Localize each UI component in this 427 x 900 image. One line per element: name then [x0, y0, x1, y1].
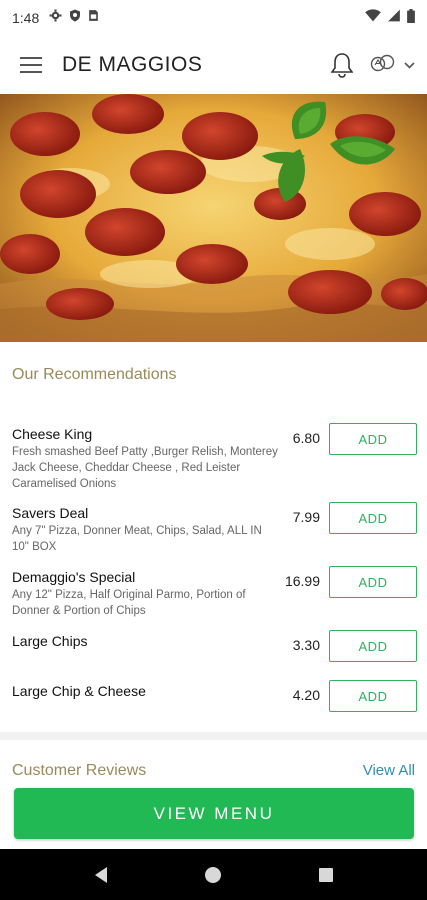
section-divider [0, 732, 427, 740]
item-price: 16.99 [284, 573, 320, 589]
item-price: 4.20 [292, 687, 320, 703]
shield-icon [69, 9, 81, 27]
recommendations-title: Our Recommendations [12, 366, 177, 383]
back-icon[interactable] [94, 866, 107, 883]
view-all-link[interactable]: View All [363, 762, 415, 779]
item-name: Large Chip & Cheese [12, 683, 146, 699]
gear-icon [49, 9, 62, 27]
hero-image [0, 94, 427, 342]
add-button[interactable]: ADD [329, 630, 417, 662]
status-bar: 1:48 [0, 0, 427, 36]
item-description: Any 12" Pizza, Half Original Parmo, Port… [12, 589, 246, 617]
item-price: 6.80 [292, 430, 320, 446]
item-description: Any 7" Pizza, Donner Meat, Chips, Salad,… [12, 525, 262, 553]
add-button[interactable]: ADD [329, 423, 417, 455]
sim-card-icon [88, 9, 99, 27]
system-nav-bar [0, 849, 427, 900]
reviews-title: Customer Reviews [12, 762, 147, 779]
signal-icon [387, 9, 401, 27]
language-icon [370, 53, 396, 78]
wifi-icon [365, 9, 381, 27]
item-name: Savers Deal [12, 505, 89, 521]
item-name: Cheese King [12, 426, 93, 442]
item-name: Demaggio's Special [12, 569, 136, 585]
home-icon[interactable] [204, 866, 221, 883]
view-menu-button[interactable]: VIEW MENU [14, 788, 414, 839]
status-left-icons [49, 9, 99, 27]
item-name: Large Chips [12, 633, 88, 649]
app-title: DE MAGGIOS [62, 53, 203, 76]
item-price: 7.99 [292, 509, 320, 525]
chevron-down-icon [404, 56, 415, 74]
add-button[interactable]: ADD [329, 502, 417, 534]
status-time: 1:48 [12, 10, 40, 26]
language-selector[interactable] [370, 53, 415, 78]
item-description: Fresh smashed Beef Patty ,Burger Relish,… [12, 446, 278, 490]
status-right-icons [365, 8, 415, 28]
bell-icon[interactable] [328, 50, 356, 80]
recents-icon[interactable] [318, 867, 333, 882]
add-button[interactable]: ADD [329, 566, 417, 598]
hamburger-menu-icon[interactable] [0, 36, 62, 94]
battery-icon [407, 8, 415, 28]
add-button[interactable]: ADD [329, 680, 417, 712]
pizza-illustration [0, 94, 427, 342]
app-header: DE MAGGIOS [0, 36, 427, 94]
item-price: 3.30 [292, 637, 320, 653]
